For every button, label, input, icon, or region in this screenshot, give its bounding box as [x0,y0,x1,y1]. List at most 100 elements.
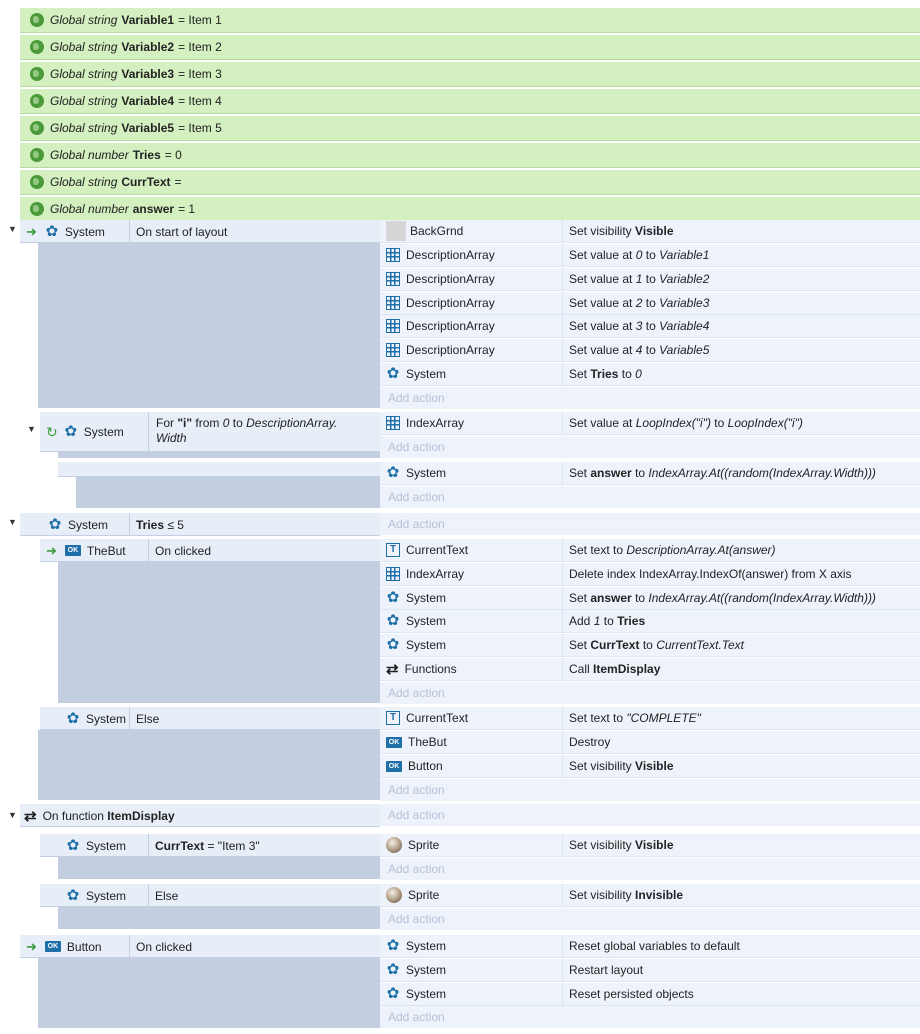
action-row[interactable]: DescriptionArray Set value at 3 to Variab… [380,315,920,338]
system-gear-icon: ✿ [45,222,59,240]
action-row[interactable]: DescriptionArray Set value at 1 to Variab… [380,268,920,291]
global-var-row[interactable]: Global string Variable2 = Item 2 [20,35,920,60]
system-gear-icon: ✿ [48,515,62,533]
condition-empty-area[interactable] [76,477,380,508]
add-action-link[interactable]: Add action [380,513,920,535]
action-row[interactable]: Sprite Set visibility Invisible [380,884,920,907]
functions-icon: ⇄ [386,661,399,678]
add-action-link[interactable]: Add action [380,682,920,704]
global-var-row[interactable]: Global string Variable1 = Item 1 [20,8,920,33]
condition-text: Else [136,711,160,726]
system-gear-icon: ✿ [386,636,400,653]
collapse-triangle-icon[interactable]: ▼ [8,224,17,234]
action-row[interactable]: ✿ System Set answer to IndexArray.At((rand… [380,587,920,610]
condition-text: CurrText = "Item 3" [155,838,260,853]
condition-text: On start of layout [136,224,228,239]
system-gear-icon: ✿ [386,365,400,382]
add-action-link[interactable]: Add action [380,1006,920,1028]
action-row[interactable]: Sprite Set visibility Visible [380,834,920,857]
action-row[interactable]: ✿ System Set Tries to 0 [380,363,920,386]
collapse-triangle-icon[interactable]: ▼ [27,424,36,434]
backgrnd-icon [386,221,406,241]
action-row[interactable]: ✿ System Set CurrText to CurrentText.Text [380,634,920,657]
condition-empty-area[interactable] [58,452,380,458]
system-gear-icon: ✿ [64,423,78,440]
action-row[interactable]: ✿ System Restart layout [380,959,920,982]
action-row[interactable]: DescriptionArray Set value at 0 to Variab… [380,244,920,267]
action-row[interactable]: ✿ System Reset persisted objects [380,983,920,1006]
button-ok-icon: OK [386,736,402,748]
button-ok-icon: OK [44,941,61,952]
condition-empty-area[interactable] [58,857,380,879]
array-icon [386,319,400,333]
global-var-row[interactable]: Global number answer = 1 [20,197,920,222]
condition-empty-area[interactable] [38,243,380,408]
action-row[interactable]: OK TheBut Destroy [380,731,920,754]
system-gear-icon: ✿ [386,961,400,978]
globe-icon [30,121,44,135]
global-var-row[interactable]: Global string CurrText = [20,170,920,195]
action-row[interactable]: ✿ System Add 1 to Tries [380,610,920,633]
add-action-link[interactable]: Add action [380,804,920,826]
action-row[interactable]: IndexArray Set value at LoopIndex("i") to… [380,412,920,435]
action-row[interactable]: DescriptionArray Set value at 4 to Variab… [380,339,920,362]
add-action-link[interactable]: Add action [380,486,920,508]
loop-icon: ↻ [46,423,58,440]
add-action-link[interactable]: Add action [380,908,920,930]
globe-icon [30,13,44,27]
system-gear-icon: ✿ [386,589,400,606]
condition-empty-area[interactable] [38,730,380,800]
trigger-arrow-icon: ➜ [26,938,37,954]
add-action-link[interactable]: Add action [380,779,920,801]
global-var-row[interactable]: Global string Variable5 = Item 5 [20,116,920,141]
text-object-icon: T [386,711,400,725]
globe-icon [30,67,44,81]
add-action-link[interactable]: Add action [380,436,920,458]
sprite-icon [386,837,402,853]
array-icon [386,416,400,430]
action-row[interactable]: BackGrnd Set visibility Visible [380,220,920,243]
globe-icon [30,175,44,189]
condition-text: Else [155,888,179,903]
global-var-row[interactable]: Global number Tries = 0 [20,143,920,168]
system-gear-icon: ✿ [66,709,80,727]
collapse-triangle-icon[interactable]: ▼ [8,517,17,527]
array-icon [386,248,400,262]
action-row[interactable]: DescriptionArray Set value at 2 to Variab… [380,292,920,315]
condition-empty-area[interactable] [38,958,380,1028]
collapse-triangle-icon[interactable]: ▼ [8,810,17,820]
system-gear-icon: ✿ [386,937,400,954]
action-row[interactable]: ✿ System Set answer to IndexArray.At((rand… [380,462,920,485]
global-var-row[interactable]: Global string Variable4 = Item 4 [20,89,920,114]
array-icon [386,343,400,357]
condition-text: On clicked [155,543,212,558]
button-ok-icon: OK [64,545,81,556]
array-icon [386,296,400,310]
system-gear-icon: ✿ [386,464,400,481]
action-row[interactable]: ⇄ Functions Call ItemDisplay [380,658,920,681]
condition-text: For "i" from 0 to DescriptionArray. Widt… [156,416,338,445]
action-row[interactable]: T CurrentText Set text to "COMPLETE" [380,707,920,730]
globe-icon [30,202,44,216]
action-row[interactable]: T CurrentText Set text to DescriptionArray… [380,539,920,562]
condition-empty-area[interactable] [58,562,380,703]
add-action-link[interactable]: Add action [380,387,920,409]
sprite-icon [386,887,402,903]
condition-empty-area[interactable] [58,907,380,929]
text-object-icon: T [386,543,400,557]
array-icon [386,272,400,286]
button-ok-icon: OK [386,760,402,772]
condition-text: On clicked [136,939,193,954]
system-gear-icon: ✿ [386,985,400,1002]
globe-icon [30,94,44,108]
action-row[interactable]: OK Button Set visibility Visible [380,755,920,778]
action-row[interactable]: IndexArray Delete index IndexArray.IndexO… [380,563,920,586]
global-var-row[interactable]: Global string Variable3 = Item 3 [20,62,920,87]
functions-icon: ⇄ [24,807,37,825]
globe-icon [30,40,44,54]
trigger-arrow-icon: ➜ [26,223,37,239]
globe-icon [30,148,44,162]
event-condition-row[interactable] [58,462,380,477]
action-row[interactable]: ✿ System Reset global variables to default [380,935,920,958]
add-action-link[interactable]: Add action [380,858,920,880]
